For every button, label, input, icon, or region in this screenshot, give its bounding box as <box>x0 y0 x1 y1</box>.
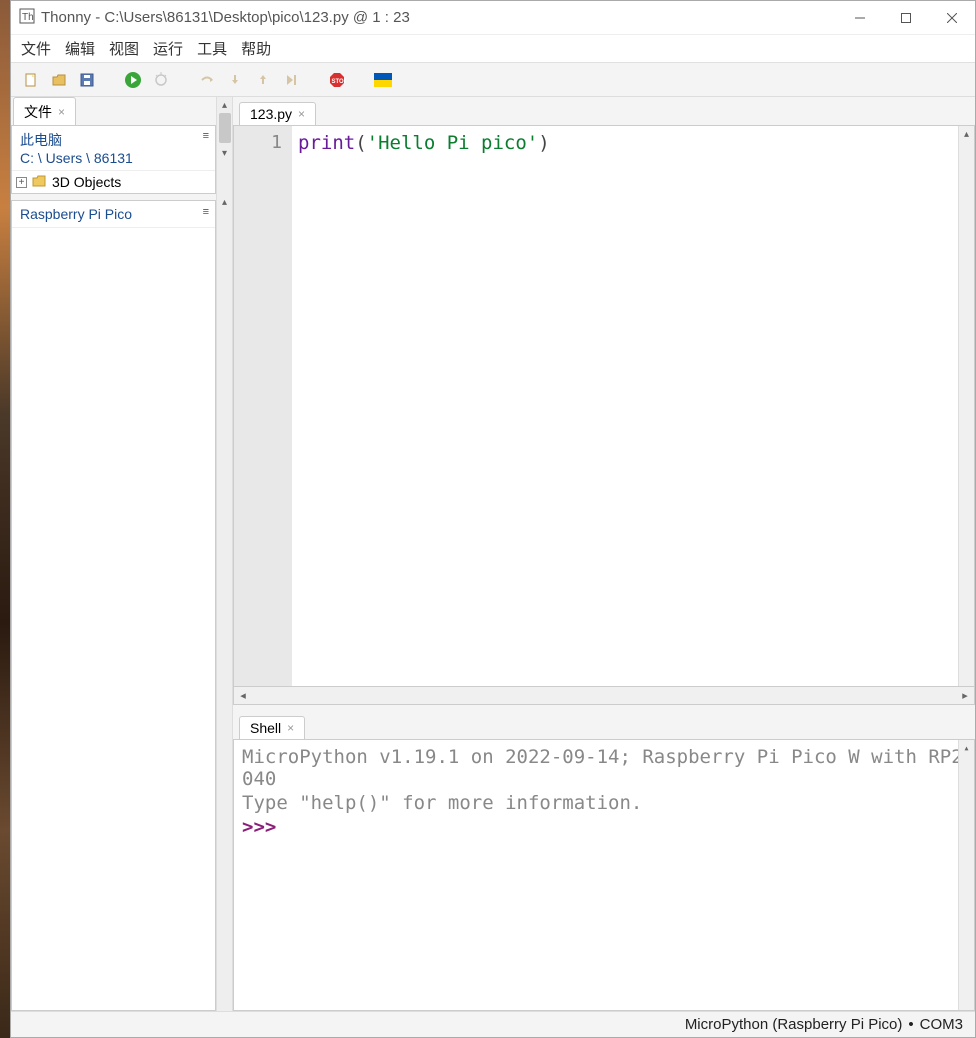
thonny-window: Th Thonny - C:\Users\86131\Desktop\pico\… <box>10 0 976 1038</box>
file-tree-item[interactable]: + 3D Objects <box>12 171 215 193</box>
separator-dot: • <box>908 1016 913 1033</box>
files-scrollbar[interactable]: ▴ ▾ <box>216 97 232 194</box>
device-scrollbar[interactable]: ▴ <box>216 194 232 1011</box>
titlebar-text: Thonny - C:\Users\86131\Desktop\pico\123… <box>41 9 837 26</box>
files-panel-header[interactable]: 此电脑 C: \ Users \ 86131 ≡ <box>12 126 215 171</box>
line-number-gutter: 1 <box>234 126 292 686</box>
toolbar: STOP <box>11 63 975 97</box>
interpreter-selector[interactable]: MicroPython (Raspberry Pi Pico) <box>685 1016 903 1033</box>
scroll-right-icon[interactable]: ▸ <box>956 687 974 704</box>
svg-text:STOP: STOP <box>332 79 347 85</box>
menu-tools[interactable]: 工具 <box>197 38 227 59</box>
scroll-down-icon[interactable]: ▾ <box>217 145 232 161</box>
step-into-icon[interactable] <box>225 70 245 90</box>
scroll-up-icon[interactable]: ▴ <box>959 126 974 142</box>
shell-tab[interactable]: Shell × <box>239 716 305 739</box>
code-editor[interactable]: 1 print('Hello Pi pico') ▴ <box>233 125 975 687</box>
debug-icon[interactable] <box>151 70 171 90</box>
editor-tabs: 123.py × <box>233 97 975 125</box>
scroll-thumb[interactable] <box>219 113 231 143</box>
step-over-icon[interactable] <box>197 70 217 90</box>
files-panel: 此电脑 C: \ Users \ 86131 ≡ + 3D Objects <box>11 125 216 194</box>
shell-prompt: >>> <box>242 816 288 838</box>
menu-view[interactable]: 视图 <box>109 38 139 59</box>
editor-area: 123.py × 1 print('Hello Pi pico') ▴ ◂ ▸ <box>233 97 975 1011</box>
editor-horizontal-scrollbar[interactable]: ◂ ▸ <box>233 687 975 705</box>
close-button[interactable] <box>929 1 975 34</box>
menu-edit[interactable]: 编辑 <box>65 38 95 59</box>
statusbar: MicroPython (Raspberry Pi Pico) • COM3 <box>11 1011 975 1037</box>
new-file-icon[interactable] <box>21 70 41 90</box>
hamburger-icon[interactable]: ≡ <box>203 206 209 218</box>
device-panel: Raspberry Pi Pico ≡ <box>11 200 216 1011</box>
thonny-app-icon: Th <box>19 8 35 28</box>
ukraine-flag-icon[interactable] <box>373 70 393 90</box>
scroll-up-icon[interactable]: ▴ <box>217 194 232 210</box>
scroll-up-icon[interactable]: ▴ <box>959 740 974 756</box>
open-file-icon[interactable] <box>49 70 69 90</box>
main-area: 文件 × 此电脑 C: \ Users \ 86131 ≡ + <box>11 97 975 1011</box>
port-label[interactable]: COM3 <box>920 1016 963 1033</box>
menubar: 文件 编辑 视图 运行 工具 帮助 <box>11 35 975 63</box>
minimize-button[interactable] <box>837 1 883 34</box>
folder-icon <box>32 174 46 190</box>
editor-vertical-scrollbar[interactable]: ▴ <box>958 126 974 686</box>
shell-line: MicroPython v1.19.1 on 2022-09-14; Raspb… <box>242 746 966 790</box>
sidebar: 文件 × 此电脑 C: \ Users \ 86131 ≡ + <box>11 97 233 1011</box>
hamburger-icon[interactable]: ≡ <box>203 130 209 142</box>
menu-help[interactable]: 帮助 <box>241 38 271 59</box>
shell-vertical-scrollbar[interactable]: ▴ <box>958 740 974 1010</box>
svg-text:Th: Th <box>22 12 34 23</box>
menu-run[interactable]: 运行 <box>153 38 183 59</box>
editor-tab[interactable]: 123.py × <box>239 102 316 125</box>
close-icon[interactable]: × <box>298 107 305 121</box>
code-text-area[interactable]: print('Hello Pi pico') <box>292 126 974 686</box>
maximize-button[interactable] <box>883 1 929 34</box>
stop-icon[interactable]: STOP <box>327 70 347 90</box>
step-out-icon[interactable] <box>253 70 273 90</box>
scroll-left-icon[interactable]: ◂ <box>234 687 252 704</box>
close-icon[interactable]: × <box>287 721 294 735</box>
shell-output[interactable]: MicroPython v1.19.1 on 2022-09-14; Raspb… <box>233 739 975 1011</box>
shell-line: Type "help()" for more information. <box>242 792 966 814</box>
device-panel-header[interactable]: Raspberry Pi Pico ≡ <box>12 201 215 228</box>
menu-file[interactable]: 文件 <box>21 38 51 59</box>
files-panel-tab[interactable]: 文件 × <box>13 97 76 125</box>
save-file-icon[interactable] <box>77 70 97 90</box>
expand-icon[interactable]: + <box>16 177 27 188</box>
close-icon[interactable]: × <box>58 105 65 119</box>
resume-icon[interactable] <box>281 70 301 90</box>
scroll-up-icon[interactable]: ▴ <box>217 97 232 113</box>
shell-panel: Shell × MicroPython v1.19.1 on 2022-09-1… <box>233 711 975 1011</box>
run-icon[interactable] <box>123 70 143 90</box>
titlebar[interactable]: Th Thonny - C:\Users\86131\Desktop\pico\… <box>11 1 975 35</box>
desktop-background-edge <box>0 0 10 1038</box>
